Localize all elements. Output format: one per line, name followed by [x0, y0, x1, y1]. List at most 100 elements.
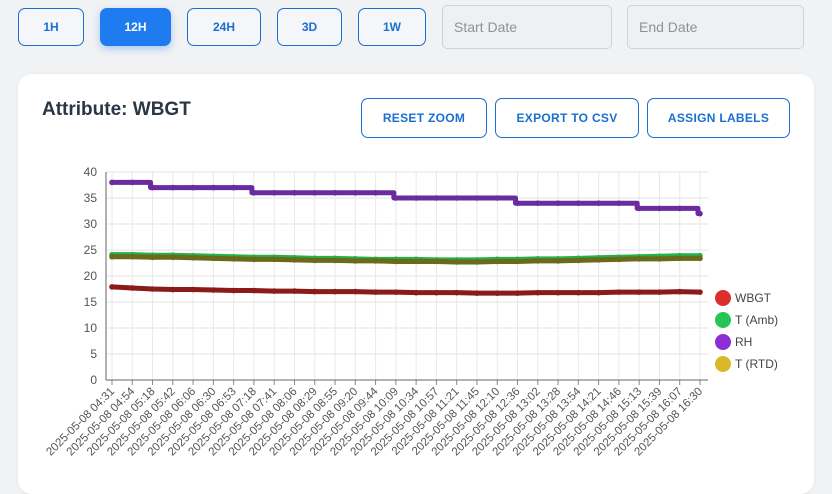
data-point [676, 255, 683, 262]
y-tick-label: 25 [84, 243, 98, 257]
data-point [352, 190, 359, 196]
data-point [372, 258, 379, 264]
data-point [271, 288, 278, 294]
y-tick-label: 20 [84, 269, 98, 283]
data-point [656, 205, 663, 212]
data-point [656, 256, 663, 262]
y-tick-label: 15 [84, 295, 98, 309]
data-point [616, 289, 622, 295]
data-point [372, 289, 379, 295]
data-point [251, 287, 257, 294]
data-point [676, 205, 683, 212]
data-point [413, 258, 419, 265]
data-point [372, 190, 379, 196]
data-point [352, 258, 359, 264]
data-point [149, 184, 156, 191]
legend-label: T (RTD) [735, 357, 778, 371]
data-point [555, 258, 561, 264]
legend-swatch [715, 334, 731, 350]
data-point [453, 195, 460, 201]
data-point [230, 287, 237, 294]
data-point [514, 290, 521, 296]
data-point [393, 289, 399, 295]
legend-label: WBGT [735, 291, 772, 305]
data-point [170, 254, 176, 261]
legend-label: T (Amb) [735, 313, 778, 327]
data-point [636, 289, 642, 295]
data-point [129, 179, 136, 186]
y-tick-label: 5 [90, 347, 97, 361]
data-point [494, 290, 501, 296]
data-point [433, 258, 440, 265]
data-point [697, 210, 703, 217]
y-tick-label: 0 [90, 373, 97, 387]
data-point [109, 284, 115, 290]
data-point [190, 184, 196, 191]
data-point [433, 289, 440, 296]
data-point [595, 200, 602, 206]
data-point [494, 195, 501, 201]
data-point [433, 195, 440, 201]
data-point [129, 285, 136, 291]
data-point [291, 288, 298, 294]
data-point [352, 288, 359, 295]
y-tick-label: 10 [84, 321, 98, 335]
data-point [332, 288, 338, 295]
data-point [534, 289, 541, 296]
y-tick-label: 35 [84, 191, 98, 205]
data-point [453, 259, 460, 265]
data-point [494, 258, 501, 265]
legend-swatch [715, 356, 731, 372]
data-point [291, 190, 298, 196]
data-point [636, 205, 642, 212]
data-point [251, 190, 257, 196]
legend-swatch [715, 290, 731, 306]
data-point [271, 190, 278, 196]
y-tick-label: 30 [84, 217, 98, 231]
data-point [230, 184, 237, 191]
data-point [575, 289, 582, 296]
data-point [210, 287, 217, 293]
data-point [291, 257, 298, 263]
data-point [190, 254, 196, 261]
data-point [534, 258, 541, 264]
data-point [210, 255, 217, 262]
data-point [311, 288, 318, 295]
data-point [332, 190, 338, 196]
data-point [534, 200, 541, 206]
data-point [514, 258, 521, 265]
data-point [474, 195, 480, 201]
data-point [697, 289, 703, 295]
data-point [676, 288, 683, 295]
y-tick-label: 40 [84, 165, 98, 179]
data-point [697, 255, 703, 262]
data-point [109, 253, 115, 260]
line-chart[interactable]: 05101520253035402025-05-08 04:312025-05-… [0, 0, 832, 477]
data-point [170, 286, 176, 293]
data-point [230, 256, 237, 262]
data-point [332, 257, 338, 264]
data-point [656, 289, 663, 295]
data-point [616, 256, 622, 263]
data-point [555, 200, 561, 206]
data-point [636, 256, 642, 262]
data-point [575, 200, 582, 206]
data-point [109, 179, 115, 186]
data-point [149, 254, 156, 261]
data-point [393, 195, 399, 201]
data-point [514, 200, 521, 206]
data-point [575, 257, 582, 264]
data-point [210, 184, 217, 191]
data-point [616, 200, 622, 206]
legend-label: RH [735, 335, 752, 349]
data-point [474, 290, 480, 296]
data-point [271, 256, 278, 263]
data-point [413, 195, 419, 201]
data-point [555, 289, 561, 296]
data-point [149, 286, 156, 292]
data-point [474, 259, 480, 265]
data-point [595, 257, 602, 263]
data-point [413, 289, 419, 296]
legend-swatch [715, 312, 731, 328]
data-point [170, 184, 176, 191]
